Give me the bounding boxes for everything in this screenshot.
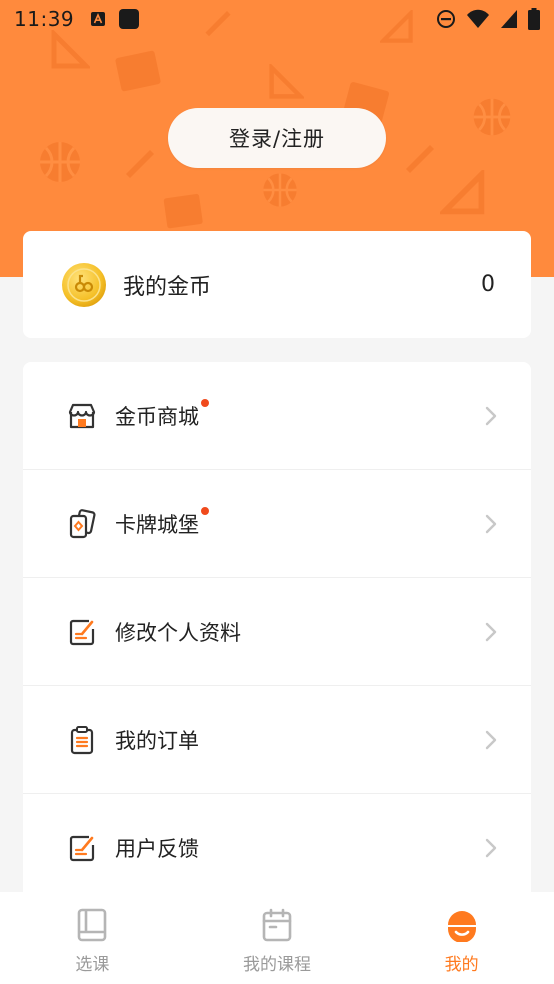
chevron-right-icon	[485, 838, 497, 858]
tab-label: 我的	[444, 955, 479, 975]
signal-icon	[501, 10, 517, 28]
pencil-decoration-icon	[406, 145, 434, 173]
menu-item-label: 修改个人资料	[115, 620, 241, 645]
book-icon	[78, 908, 107, 942]
menu-item-label: 金币商城	[115, 398, 209, 431]
menu-item-label: 卡牌城堡	[115, 506, 209, 539]
wifi-icon	[467, 9, 489, 28]
menu-item-label: 我的订单	[115, 728, 199, 753]
menu-item-feedback[interactable]: 用户反馈	[23, 794, 531, 902]
gold-coin-icon	[62, 262, 106, 307]
menu-list: 金币商城 卡牌城堡 修改个人资料 我的订单 用户反馈	[23, 362, 531, 922]
coin-balance: 0	[481, 272, 495, 297]
notification-dot	[201, 506, 209, 515]
chevron-right-icon	[485, 622, 497, 641]
profile-face-icon	[447, 911, 476, 942]
chevron-right-icon	[485, 406, 497, 425]
tab-my-courses[interactable]: 我的课程	[185, 892, 370, 984]
a-box-icon	[91, 12, 106, 26]
tab-label: 我的课程	[243, 955, 311, 975]
square-app-icon	[119, 9, 140, 29]
status-bar: 11:39	[0, 0, 554, 38]
menu-item-my-orders[interactable]: 我的订单	[23, 686, 531, 794]
login-register-button[interactable]: 登录/注册	[168, 108, 386, 168]
book-decoration-icon	[115, 50, 161, 92]
menu-item-coin-mall[interactable]: 金币商城	[23, 362, 531, 470]
pencil-decoration-icon	[126, 150, 154, 178]
calendar-icon	[262, 908, 292, 942]
do-not-disturb-icon	[437, 10, 455, 28]
basketball-decoration-icon	[263, 173, 297, 207]
chevron-right-icon	[485, 730, 497, 749]
my-coins-label: 我的金币	[123, 274, 212, 300]
edit-profile-icon	[69, 619, 95, 645]
tab-course-selection[interactable]: 选课	[0, 892, 185, 984]
bottom-tab-bar: 选课 我的课程 我的	[0, 892, 554, 984]
menu-item-label: 用户反馈	[115, 837, 199, 861]
my-coins-card[interactable]: 我的金币 0	[23, 231, 531, 338]
tab-me[interactable]: 我的	[369, 892, 554, 984]
battery-icon	[528, 8, 540, 30]
book-decoration-icon	[163, 193, 203, 229]
clipboard-icon	[70, 725, 94, 754]
feedback-icon	[69, 835, 95, 862]
triangle-ruler-decoration-icon	[269, 64, 304, 99]
triangle-ruler-decoration-icon	[440, 170, 485, 215]
shop-icon	[68, 403, 96, 428]
status-time: 11:39	[14, 7, 75, 31]
menu-item-card-castle[interactable]: 卡牌城堡	[23, 470, 531, 578]
chevron-right-icon	[485, 514, 497, 533]
basketball-decoration-icon	[40, 142, 80, 182]
cards-icon	[69, 508, 96, 538]
menu-item-edit-profile[interactable]: 修改个人资料	[23, 578, 531, 686]
basketball-decoration-icon	[473, 98, 511, 136]
notification-dot	[201, 398, 209, 407]
tab-label: 选课	[75, 955, 110, 975]
